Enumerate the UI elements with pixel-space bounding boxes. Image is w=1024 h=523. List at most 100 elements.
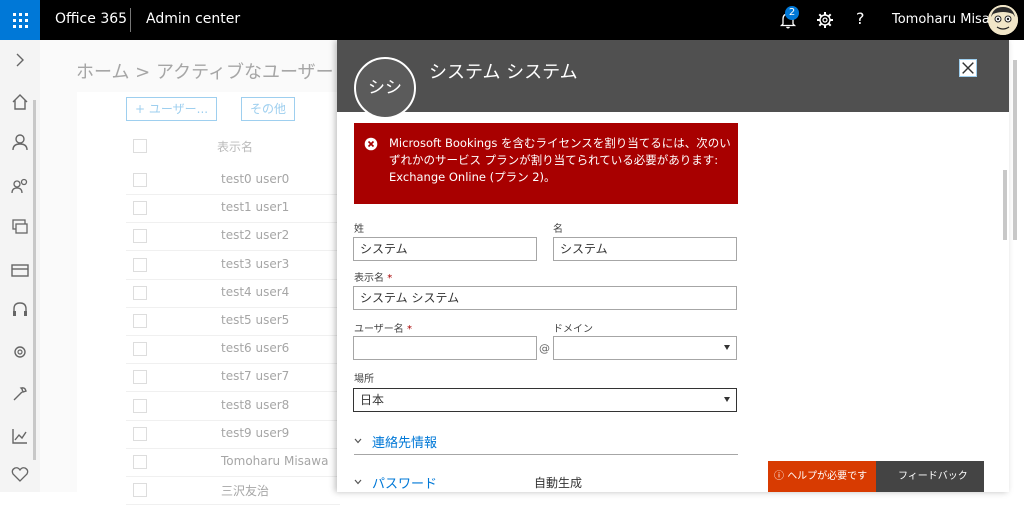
- user-row-name[interactable]: test3 user3: [221, 257, 289, 271]
- panel-title: システム システム: [429, 62, 578, 83]
- row-checkbox[interactable]: [133, 285, 147, 300]
- brand-label[interactable]: Office 365: [55, 11, 127, 27]
- feedback-button-label: フィードバック: [898, 471, 968, 482]
- row-checkbox[interactable]: [133, 426, 147, 441]
- user-row-name[interactable]: test8 user8: [221, 398, 289, 412]
- app-launcher-icon[interactable]: [0, 0, 40, 40]
- row-divider: [126, 504, 340, 506]
- app-name[interactable]: Admin center: [146, 11, 240, 27]
- close-icon[interactable]: [959, 59, 977, 77]
- at-sign: @: [539, 342, 550, 355]
- expand-chevron-icon[interactable]: [10, 50, 30, 70]
- select-all-checkbox[interactable]: [133, 139, 147, 153]
- display-name-field[interactable]: システム システム: [353, 286, 737, 310]
- row-checkbox[interactable]: [133, 229, 147, 244]
- user-detail-panel: シシ システム システム Microsoft Bookings を含むライセンス…: [337, 40, 1009, 492]
- username-label: ユーザー名 *: [354, 320, 412, 335]
- row-checkbox[interactable]: [133, 483, 147, 498]
- reports-icon[interactable]: [10, 426, 30, 446]
- page-scrollbar[interactable]: [1013, 60, 1017, 240]
- row-divider: [126, 335, 340, 336]
- required-mark: *: [387, 273, 393, 284]
- billing-icon[interactable]: [10, 260, 30, 280]
- panel-scrollbar[interactable]: [1003, 170, 1007, 240]
- topbar-divider: [130, 8, 131, 32]
- location-label: 場所: [354, 374, 374, 385]
- row-divider: [126, 278, 340, 280]
- active-users-page: ホーム > アクティブなユーザー + ユーザー... その他 表示名 test0…: [40, 40, 340, 506]
- row-divider: [126, 419, 340, 421]
- contact-info-label: 連絡先情報: [372, 436, 438, 451]
- user-icon[interactable]: [10, 132, 30, 152]
- resources-icon[interactable]: [10, 216, 30, 236]
- help-button-label: ヘルプが必要ですか?: [774, 471, 868, 513]
- user-row-name[interactable]: test1 user1: [221, 200, 289, 214]
- rail-scrollbar[interactable]: [33, 100, 36, 460]
- contact-info-section-toggle[interactable]: 連絡先情報: [354, 432, 437, 451]
- help-button[interactable]: ⓘ ヘルプが必要ですか?: [768, 461, 876, 513]
- settings-icon[interactable]: [10, 342, 30, 362]
- location-select[interactable]: 日本: [353, 388, 737, 412]
- location-value: 日本: [360, 393, 385, 407]
- row-divider: [126, 222, 340, 224]
- help-icon[interactable]: ?: [856, 9, 865, 28]
- last-name-field[interactable]: システム: [353, 237, 537, 261]
- row-checkbox[interactable]: [133, 257, 147, 272]
- user-row-name[interactable]: test2 user2: [221, 228, 289, 242]
- username-field[interactable]: [353, 336, 537, 360]
- first-name-field[interactable]: システム: [553, 237, 737, 261]
- users-list-card: [77, 92, 340, 492]
- user-row-name[interactable]: test7 user7: [221, 369, 289, 383]
- gear-icon[interactable]: [815, 10, 835, 30]
- avatar[interactable]: [988, 5, 1018, 35]
- username-label-text: ユーザー名: [354, 324, 404, 335]
- password-section-toggle[interactable]: パスワード: [354, 473, 437, 492]
- error-icon: [364, 137, 378, 151]
- row-checkbox[interactable]: [133, 455, 147, 469]
- user-row-name[interactable]: test9 user9: [221, 426, 289, 440]
- row-divider: [126, 363, 340, 365]
- row-checkbox[interactable]: [133, 201, 147, 216]
- domain-select[interactable]: [553, 336, 737, 360]
- user-row-name[interactable]: test5 user5: [221, 313, 289, 327]
- user-row-name[interactable]: test6 user6: [221, 341, 289, 355]
- chevron-down-icon: [724, 397, 730, 402]
- first-name-label: 名: [553, 224, 563, 235]
- feedback-button[interactable]: フィードバック: [876, 461, 984, 492]
- user-row-name[interactable]: test0 user0: [221, 172, 289, 186]
- column-header-display-name[interactable]: 表示名: [217, 138, 253, 155]
- left-nav-rail: [0, 40, 40, 492]
- chevron-down-icon: [724, 345, 730, 350]
- add-user-button[interactable]: + ユーザー...: [126, 97, 218, 121]
- password-mode-value: 自動生成: [534, 476, 583, 490]
- row-checkbox[interactable]: [133, 173, 147, 187]
- row-divider: [126, 391, 340, 393]
- setup-icon[interactable]: [10, 384, 30, 404]
- home-icon[interactable]: [10, 92, 30, 112]
- row-checkbox[interactable]: [133, 398, 147, 413]
- row-divider: [126, 476, 340, 477]
- domain-label: ドメイン: [553, 324, 593, 335]
- notification-badge: 2: [785, 6, 799, 20]
- persona-avatar: シシ: [354, 57, 416, 119]
- row-checkbox[interactable]: [133, 370, 147, 385]
- group-icon[interactable]: [10, 176, 30, 196]
- row-checkbox[interactable]: [133, 342, 147, 357]
- error-text: Microsoft Bookings を含むライセンスを割り当てるには、次のいず…: [389, 136, 731, 184]
- row-divider: [126, 447, 340, 449]
- more-button[interactable]: その他: [241, 97, 296, 121]
- display-name-label: 表示名 *: [354, 269, 392, 284]
- row-divider: [126, 194, 340, 195]
- user-row-name[interactable]: Tomoharu Misawa: [221, 454, 328, 468]
- top-bar: Office 365 Admin center 2 ? Tomoharu Mis…: [0, 0, 1024, 40]
- error-message-bar: Microsoft Bookings を含むライセンスを割り当てるには、次のいず…: [354, 123, 738, 204]
- user-row-name[interactable]: 三沢友治: [221, 482, 269, 499]
- health-icon[interactable]: [10, 464, 30, 484]
- row-checkbox[interactable]: [133, 314, 147, 328]
- required-mark: *: [407, 324, 412, 335]
- section-divider: [354, 454, 738, 455]
- breadcrumb[interactable]: ホーム > アクティブなユーザー: [76, 58, 334, 84]
- support-icon[interactable]: [10, 300, 30, 320]
- user-row-name[interactable]: test4 user4: [221, 285, 289, 299]
- row-divider: [126, 306, 340, 308]
